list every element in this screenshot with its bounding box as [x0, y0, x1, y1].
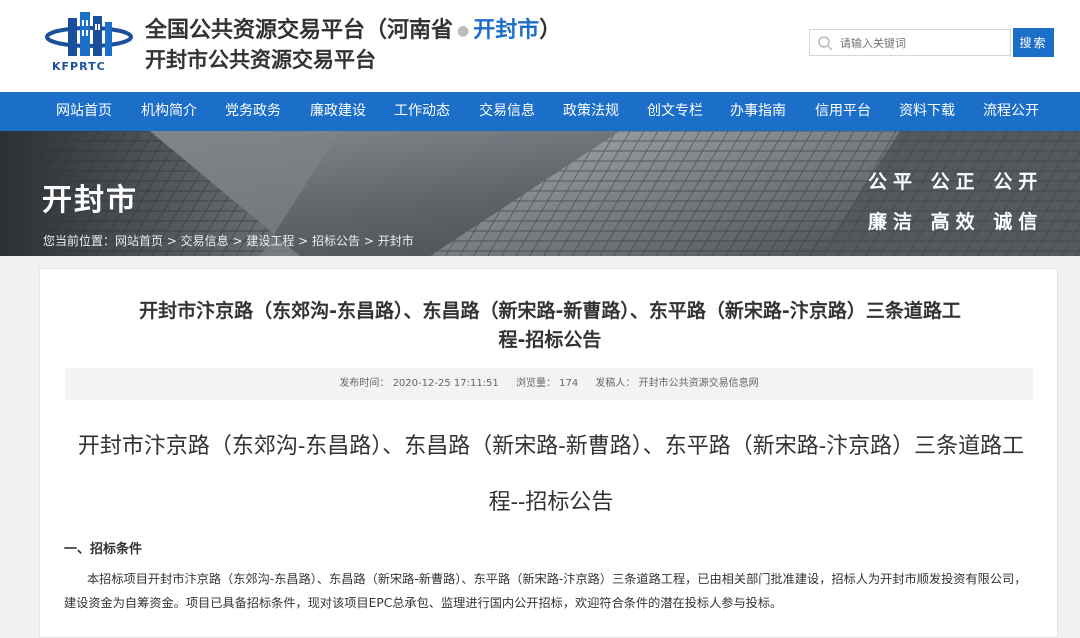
- nav-item-civilization[interactable]: 创文专栏: [647, 92, 703, 131]
- nav-item-downloads[interactable]: 资料下载: [899, 92, 955, 131]
- site-header: KFPRTC 全国公共资源交易平台（河南省●开封市） 开封市公共资源交易平台 搜…: [0, 0, 1080, 92]
- logo-caption: KFPRTC: [52, 60, 106, 73]
- search-icon: [818, 36, 833, 51]
- nav-item-process[interactable]: 流程公开: [983, 92, 1039, 131]
- site-title-suffix: ）: [539, 18, 562, 43]
- nav-item-trading[interactable]: 交易信息: [479, 92, 535, 131]
- meta-publish-time: 发布时间： 2020-12-25 17:11:51: [339, 378, 499, 389]
- site-subtitle: 开封市公共资源交易平台: [145, 48, 376, 72]
- section-paragraph: 本招标项目开封市汴京路（东郊沟-东昌路）、东昌路（新宋路-新曹路）、东平路（新宋…: [64, 572, 1027, 610]
- meta-publisher: 发稿人： 开封市公共资源交易信息网: [595, 378, 759, 389]
- nav-item-integrity[interactable]: 廉政建设: [310, 92, 366, 131]
- nav-item-guide[interactable]: 办事指南: [730, 92, 786, 131]
- search-button[interactable]: 搜索: [1013, 28, 1054, 57]
- nav-item-about[interactable]: 机构简介: [141, 92, 197, 131]
- article-meta: 发布时间： 2020-12-25 17:11:51 浏览量： 174 发稿人： …: [65, 368, 1033, 400]
- article-title: 开封市汴京路（东郊沟-东昌路）、东昌路（新宋路-新曹路）、东平路（新宋路-汴京路…: [80, 297, 1020, 355]
- article-title-line-1: 开封市汴京路（东郊沟-东昌路）、东昌路（新宋路-新曹路）、东平路（新宋路-汴京路…: [139, 300, 961, 322]
- search-input[interactable]: [840, 33, 1005, 53]
- nav-item-policy[interactable]: 政策法规: [563, 92, 619, 131]
- logo-icon: [45, 12, 133, 56]
- nav-item-credit[interactable]: 信用平台: [815, 92, 871, 131]
- site-title: 全国公共资源交易平台（河南省 ● 开封市）: [145, 12, 561, 44]
- article-title-line-2: 程-招标公告: [498, 329, 602, 351]
- site-title-prefix: 全国公共资源交易平台（河南省: [145, 18, 454, 43]
- main-nav: 网站首页 机构简介 党务政务 廉政建设 工作动态 交易信息 政策法规 创文专栏 …: [0, 92, 1080, 131]
- banner-city-title: 开封市: [42, 183, 138, 218]
- nav-item-party[interactable]: 党务政务: [225, 92, 281, 131]
- search-box: [809, 29, 1011, 56]
- breadcrumb: 您当前位置：网站首页 > 交易信息 > 建设工程 > 招标公告 > 开封市: [43, 234, 414, 248]
- page-banner: 开封市 您当前位置：网站首页 > 交易信息 > 建设工程 > 招标公告 > 开封…: [0, 131, 1080, 256]
- meta-view-count: 浏览量： 174: [515, 378, 579, 389]
- nav-item-news[interactable]: 工作动态: [394, 92, 450, 131]
- slogan-line-1: 公平 公正 公开: [868, 171, 1044, 193]
- article-heading: 开封市汴京路（东郊沟-东昌路）、东昌路（新宋路-新曹路）、东平路（新宋路-汴京路…: [77, 434, 1025, 515]
- slogan-line-2: 廉洁 高效 诚信: [868, 211, 1044, 233]
- nav-item-home[interactable]: 网站首页: [56, 92, 112, 131]
- section-heading: 一、招标条件: [64, 542, 143, 557]
- site-title-city: 开封市: [473, 18, 540, 43]
- article-panel: 开封市汴京路（东郊沟-东昌路）、东昌路（新宋路-新曹路）、东平路（新宋路-汴京路…: [39, 268, 1058, 638]
- site-title-dot: ●: [457, 23, 470, 39]
